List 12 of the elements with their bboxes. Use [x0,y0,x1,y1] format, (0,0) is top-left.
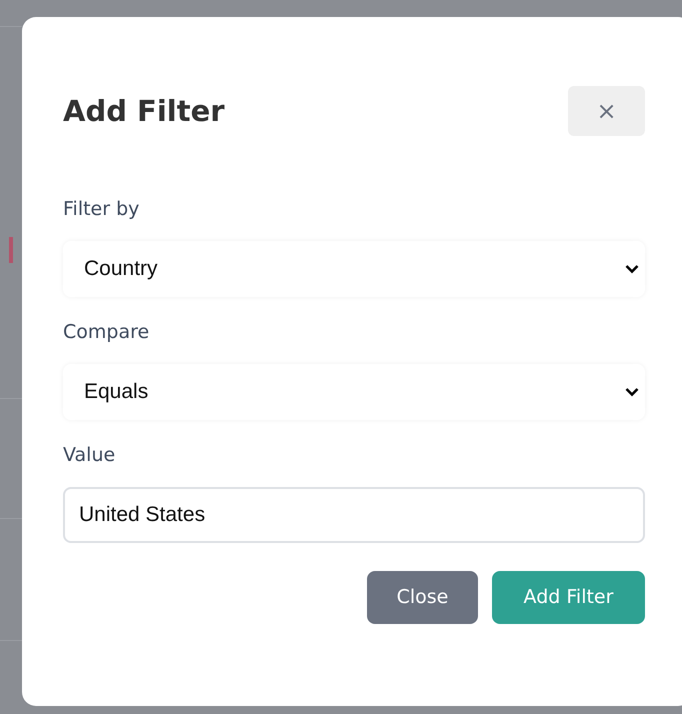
value-field[interactable]: United States [63,487,645,543]
dropdown[interactable]: Country [63,241,645,297]
dialog-title: Add Filter [63,96,225,126]
close-dialog-button[interactable]: Close [367,571,478,624]
close-button[interactable]: × [568,86,645,136]
field-label: Compare [63,320,150,344]
chevron-down-icon [625,387,639,397]
field-label: Value [63,443,116,467]
dropdown[interactable]: Equals [63,364,645,420]
chevron-down-icon [625,264,639,274]
highlight-bar [9,237,13,263]
field-label: Filter by [63,197,140,221]
